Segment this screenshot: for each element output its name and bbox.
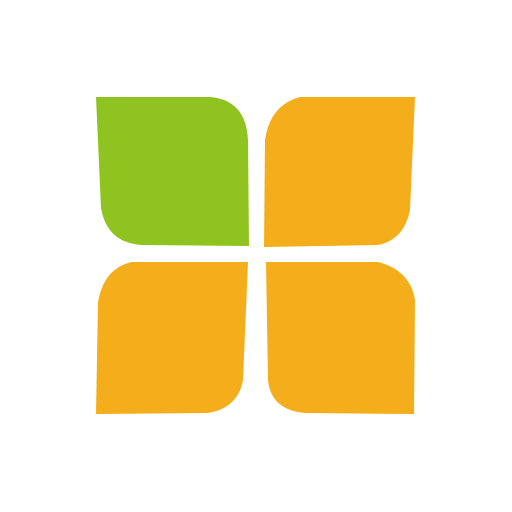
four-leaf-logo-icon xyxy=(96,97,415,414)
logo-tile-top-left xyxy=(96,97,249,246)
app-icon-canvas xyxy=(0,0,512,512)
logo-tile-bottom-right xyxy=(266,262,415,414)
logo-tile-top-right xyxy=(264,97,415,247)
logo-tile-bottom-left xyxy=(96,262,248,414)
